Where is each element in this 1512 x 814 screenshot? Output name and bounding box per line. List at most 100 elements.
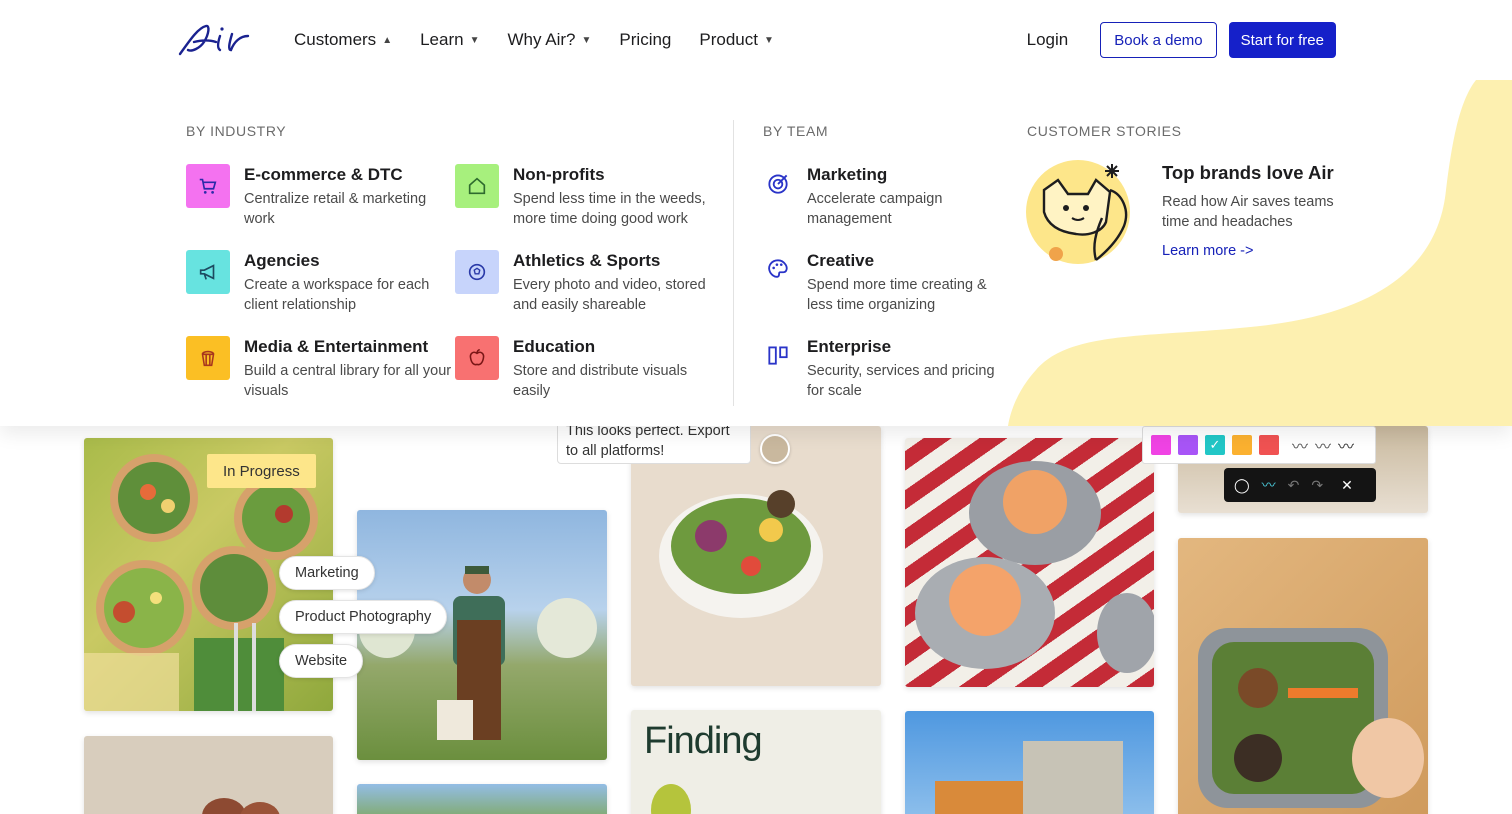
billboard-image[interactable]	[905, 711, 1154, 814]
login-link[interactable]: Login	[1027, 30, 1069, 50]
farmer-image[interactable]	[357, 510, 607, 760]
nav-product-label: Product	[699, 30, 758, 49]
customer-stories-heading: CUSTOMER STORIES	[1027, 123, 1182, 139]
dog-mascot-illustration[interactable]	[1026, 160, 1136, 270]
chevron-down-icon: ▼	[469, 34, 480, 46]
megaphone-icon	[186, 250, 230, 294]
grain-bowl-image[interactable]	[631, 426, 881, 686]
nav-learn[interactable]: Learn ▼	[420, 30, 479, 50]
nav-pricing-label: Pricing	[619, 30, 672, 49]
story-desc: Read how Air saves teams time and headac…	[1162, 194, 1334, 230]
industry-education[interactable]: Education Store and distribute visuals ea…	[455, 336, 725, 401]
swatch-teal[interactable]: ✓	[1205, 435, 1225, 455]
industry-desc: Build a central library for all your vis…	[244, 363, 452, 399]
hands-illustration	[202, 798, 280, 814]
industry-title: Athletics & Sports	[513, 251, 661, 270]
poster-title: Finding	[644, 720, 763, 762]
air-logo[interactable]	[176, 20, 256, 60]
peaches-illustration	[915, 461, 1154, 673]
industry-desc: Store and distribute visuals easily	[513, 363, 688, 399]
customer-story: Top brands love Air Read how Air saves t…	[1162, 162, 1342, 260]
color-palette: ✓ 〰 〰 〰	[1142, 426, 1376, 464]
top-nav: Customers ▲ Learn ▼ Why Air? ▼ Pricing Prod…	[0, 0, 1512, 80]
nav-customers-label: Customers	[294, 30, 377, 49]
chevron-down-icon: ▼	[763, 34, 774, 46]
industry-desc: Centralize retail & marketing work	[244, 191, 427, 227]
chicken-bowl-illustration	[1198, 628, 1424, 808]
book-demo-button[interactable]: Book a demo	[1100, 22, 1217, 58]
team-creative[interactable]: Creative Spend more time creating & less …	[763, 250, 1003, 315]
industry-athletics[interactable]: Athletics & Sports Every photo and video,…	[455, 250, 725, 315]
industry-desc: Spend less time in the weeds, more time …	[513, 191, 706, 227]
undo-icon[interactable]: ↶	[1288, 477, 1300, 494]
redo-icon[interactable]: ↷	[1311, 477, 1323, 494]
team-title: Creative	[807, 251, 875, 270]
nav-why-air[interactable]: Why Air? ▼	[507, 30, 591, 50]
by-industry-heading: BY INDUSTRY	[186, 123, 287, 139]
nav-pricing[interactable]: Pricing	[619, 30, 671, 50]
swatch-orange[interactable]	[1232, 435, 1252, 455]
team-title: Marketing	[807, 165, 888, 184]
industry-title: Non-profits	[513, 165, 605, 184]
chicken-bowl-image[interactable]	[1178, 538, 1428, 814]
industry-media[interactable]: Media & Entertainment Build a central lib…	[186, 336, 456, 401]
chevron-up-icon: ▲	[382, 34, 393, 46]
nav-why-air-label: Why Air?	[507, 30, 576, 49]
nav-customers[interactable]: Customers ▲	[294, 30, 392, 50]
close-icon[interactable]: ✕	[1341, 477, 1353, 494]
columns-icon	[763, 342, 793, 372]
draw-icon[interactable]: 〰	[1262, 475, 1276, 495]
greens-image[interactable]	[357, 784, 607, 814]
main-menu: Customers ▲ Learn ▼ Why Air? ▼ Pricing Prod…	[294, 0, 774, 80]
annotation-toolbar: ◯ 〰 ↶ ↷ ✕	[1224, 468, 1376, 502]
cart-icon	[186, 164, 230, 208]
tag-website[interactable]: Website	[279, 644, 364, 678]
industry-desc: Every photo and video, stored and easily…	[513, 277, 706, 313]
soccer-ball-icon	[455, 250, 499, 294]
popcorn-icon	[186, 336, 230, 380]
tag-product-photography[interactable]: Product Photography	[279, 600, 448, 634]
by-team-heading: BY TEAM	[763, 123, 829, 139]
chevron-down-icon: ▼	[581, 34, 592, 46]
tag-marketing[interactable]: Marketing	[279, 556, 375, 590]
stroke-medium-icon[interactable]: 〰	[1315, 433, 1331, 457]
nav-actions: Login Book a demo Start for free	[1027, 22, 1336, 58]
industry-title: Education	[513, 337, 596, 356]
customers-dropdown: BY INDUSTRY BY TEAM CUSTOMER STORIES E-c…	[0, 80, 1512, 426]
team-marketing[interactable]: Marketing Accelerate campaign management	[763, 164, 1003, 229]
learn-more-link[interactable]: Learn more ->	[1162, 243, 1253, 259]
team-desc: Accelerate campaign management	[807, 191, 943, 227]
nav-learn-label: Learn	[420, 30, 464, 49]
swatch-purple[interactable]	[1178, 435, 1198, 455]
industry-nonprofits[interactable]: Non-profits Spend less time in the weeds,…	[455, 164, 725, 229]
story-title: Top brands love Air	[1162, 162, 1334, 183]
stroke-thick-icon[interactable]: 〰	[1338, 433, 1354, 457]
nav-product[interactable]: Product ▼	[699, 30, 774, 50]
industry-ecommerce[interactable]: E-commerce & DTC Centralize retail & mark…	[186, 164, 456, 229]
swatch-red[interactable]	[1259, 435, 1279, 455]
apple-icon	[455, 336, 499, 380]
team-enterprise[interactable]: Enterprise Security, services and pricing…	[763, 336, 1003, 401]
stroke-thin-icon[interactable]: 〰	[1292, 433, 1308, 457]
industry-title: Agencies	[244, 251, 320, 270]
peaches-image[interactable]	[905, 438, 1154, 687]
page: In Progress Marketing Product Photograph…	[0, 0, 1512, 814]
home-icon	[455, 164, 499, 208]
billboard-illustration	[935, 741, 1123, 814]
farmer-illustration	[359, 566, 597, 740]
comment-icon[interactable]: ◯	[1234, 477, 1250, 494]
start-free-button[interactable]: Start for free	[1228, 22, 1336, 58]
hands-image[interactable]	[84, 736, 333, 814]
palette-icon	[763, 256, 793, 286]
industry-desc: Create a workspace for each client relat…	[244, 277, 430, 313]
target-icon	[763, 170, 793, 200]
swatch-pink[interactable]	[1151, 435, 1171, 455]
team-desc: Spend more time creating & less time org…	[807, 277, 987, 313]
status-badge: In Progress	[207, 454, 316, 488]
grain-bowl-illustration	[659, 490, 823, 618]
team-title: Enterprise	[807, 337, 892, 356]
avatar[interactable]	[760, 434, 790, 464]
industry-title: Media & Entertainment	[244, 337, 429, 356]
industry-agencies[interactable]: Agencies Create a workspace for each clie…	[186, 250, 456, 315]
team-desc: Security, services and pricing for scale	[807, 363, 995, 399]
